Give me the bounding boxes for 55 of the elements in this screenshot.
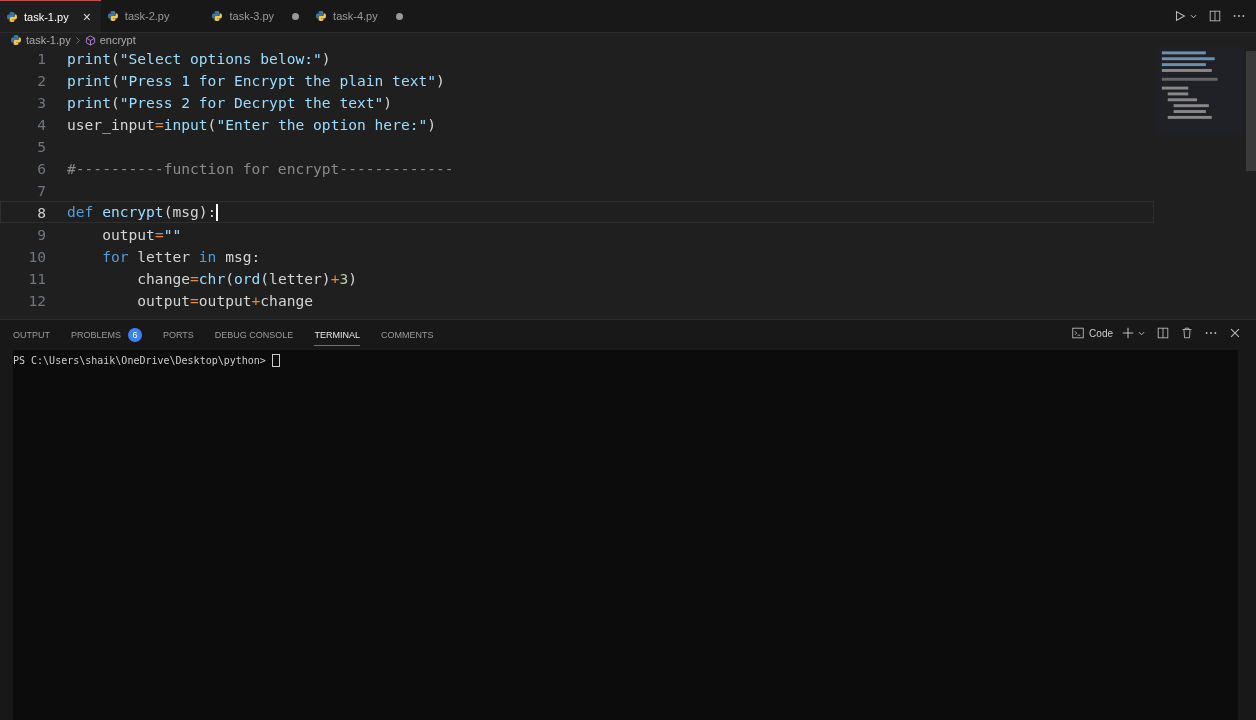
line-number: 6 bbox=[36, 159, 47, 177]
terminal-icon bbox=[1071, 326, 1086, 340]
python-file-icon bbox=[6, 10, 18, 23]
code-line: def encrypt(msg): bbox=[67, 202, 219, 222]
panel-tab[interactable]: TERMINAL bbox=[314, 324, 360, 346]
code-line: print("Select options below:") bbox=[67, 49, 331, 67]
text-cursor bbox=[271, 353, 280, 367]
chevron-right-icon bbox=[74, 35, 81, 45]
breadcrumb-item[interactable]: task-1.py bbox=[26, 34, 71, 46]
terminal-name[interactable]: Code bbox=[1089, 327, 1113, 339]
panel-tab[interactable]: PORTS bbox=[163, 324, 194, 346]
code-line: user_input=input("Enter the option here:") bbox=[67, 115, 437, 133]
line-number: 7 bbox=[36, 181, 47, 199]
close-tab-button[interactable]: × bbox=[82, 8, 91, 25]
panel-tab[interactable]: OUTPUT bbox=[13, 324, 50, 346]
python-file-icon bbox=[10, 34, 22, 46]
python-file-icon bbox=[211, 10, 224, 22]
split-editor-icon[interactable] bbox=[1208, 9, 1222, 23]
code-line: print("Press 2 for Decrypt the text") bbox=[67, 93, 393, 111]
code-line: #----------function for encrypt------------- bbox=[67, 159, 454, 177]
trash-icon[interactable] bbox=[1180, 326, 1194, 340]
add-icon[interactable] bbox=[1121, 326, 1135, 340]
code-line: output="" bbox=[101, 225, 182, 243]
panel-tab[interactable]: DEBUG CONSOLE bbox=[214, 324, 294, 346]
line-number: 2 bbox=[36, 71, 47, 89]
minimap-drawing[interactable] bbox=[1156, 47, 1244, 135]
cube-icon bbox=[84, 34, 96, 46]
line-number: 10 bbox=[27, 247, 47, 265]
panel-tab[interactable]: COMMENTS bbox=[380, 324, 434, 346]
editor-tab[interactable]: task-2.py bbox=[100, 0, 206, 32]
editor-tab[interactable]: task-3.py bbox=[205, 0, 310, 32]
line-number: 1 bbox=[36, 49, 47, 67]
code-line: for letter in msg: bbox=[101, 247, 261, 265]
breadcrumb-item[interactable]: encrypt bbox=[99, 34, 136, 46]
count-badge: 6 bbox=[128, 328, 142, 342]
close-icon[interactable] bbox=[1228, 326, 1242, 340]
line-number: 3 bbox=[36, 93, 47, 111]
editor-tab[interactable]: task-1.py × bbox=[0, 0, 101, 32]
python-file-icon bbox=[315, 10, 328, 22]
code-line: output=output+change bbox=[136, 291, 314, 309]
line-number: 11 bbox=[27, 269, 47, 287]
scrollbar[interactable] bbox=[1246, 51, 1256, 171]
code-line: print("Press 1 for Encrypt the plain text") bbox=[67, 71, 445, 89]
editor-tab[interactable]: task-4.py bbox=[309, 0, 413, 32]
terminal-prompt: PS C:\Users\shaik\OneDrive\Desktop\python> bbox=[13, 354, 267, 366]
line-number: 12 bbox=[27, 291, 47, 309]
split-terminal-icon[interactable] bbox=[1156, 326, 1170, 340]
line-number: 9 bbox=[36, 225, 47, 243]
run-icon[interactable] bbox=[1173, 9, 1187, 23]
line-number: 5 bbox=[36, 137, 47, 155]
line-number: 4 bbox=[36, 115, 47, 133]
line-number: 8 bbox=[36, 203, 47, 221]
panel-tab[interactable]: PROBLEMS 6 bbox=[71, 322, 142, 348]
code-line: change=chr(ord(letter)+3) bbox=[136, 269, 357, 287]
python-file-icon bbox=[106, 10, 119, 22]
